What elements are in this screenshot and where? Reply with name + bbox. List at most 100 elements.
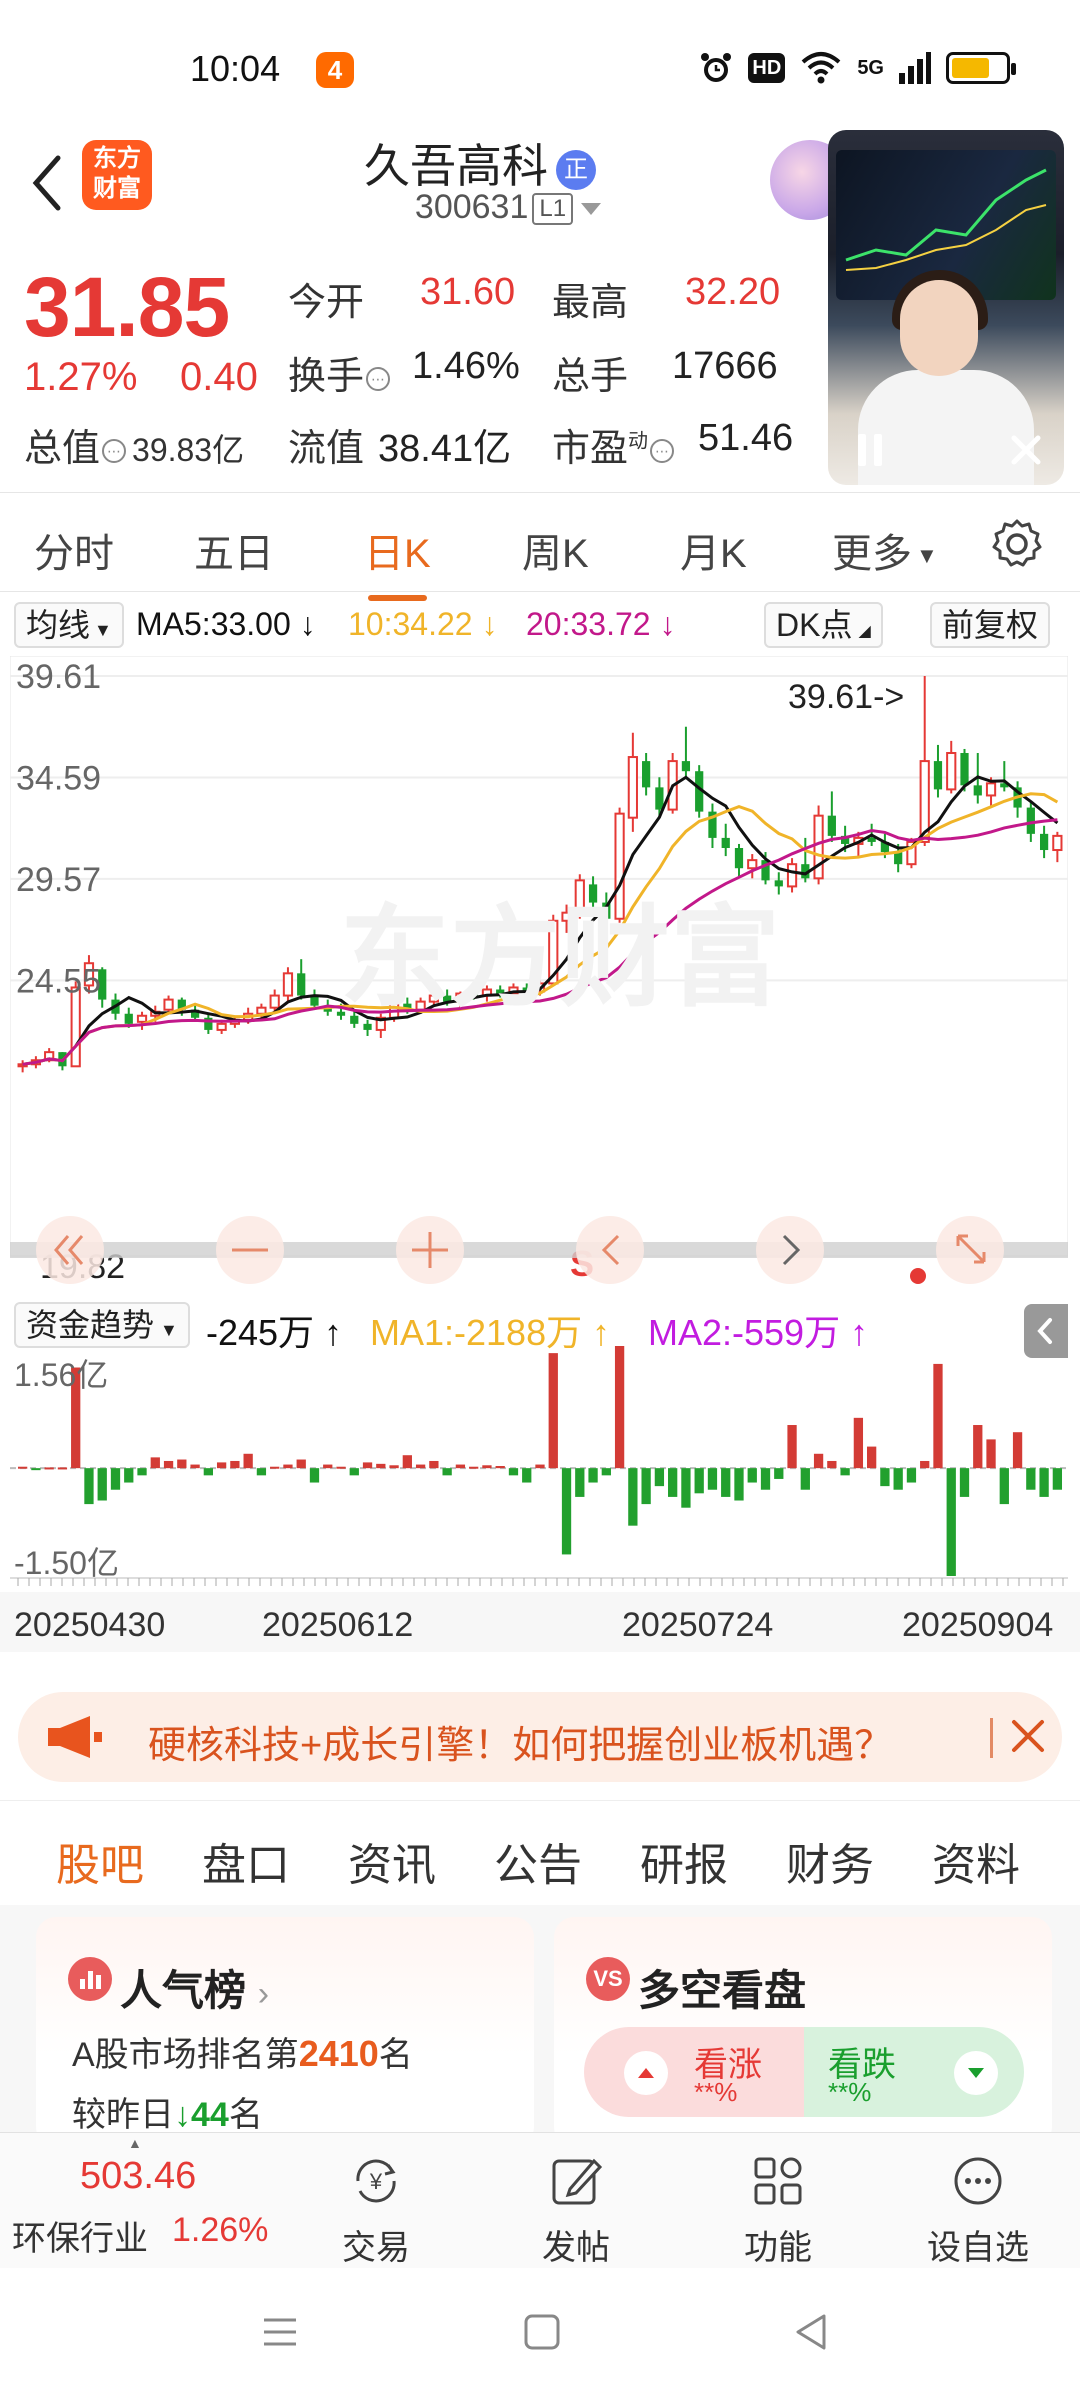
tab-announcements[interactable]: 公告 — [494, 1829, 582, 1893]
candle — [734, 843, 744, 877]
bullish-vote-button[interactable]: 看涨 **% — [584, 2027, 804, 2117]
pe-value: 51.46 — [698, 417, 794, 459]
fund-flow-chart[interactable]: 1.56亿 -1.50亿 — [10, 1346, 1068, 1586]
tab-financials[interactable]: 财务 — [786, 1829, 874, 1893]
tab-monthly-k[interactable]: 月K — [680, 521, 747, 579]
high-value: 32.20 — [685, 271, 781, 313]
fund-bar — [548, 1353, 558, 1469]
stock-code: 300631 — [414, 188, 529, 226]
fund-bar — [893, 1468, 903, 1490]
fund-bar — [190, 1464, 200, 1469]
fund-bar — [230, 1460, 240, 1469]
tab-five-day[interactable]: 五日 — [194, 521, 274, 579]
fund-bar — [469, 1466, 479, 1469]
tab-profile[interactable]: 资料 — [932, 1829, 1020, 1893]
nav-functions[interactable]: 功能 — [708, 2151, 848, 2269]
sector-index[interactable]: ▲ 503.46 环保行业 1.26% — [0, 2133, 290, 2269]
candle-body — [163, 998, 174, 1011]
sector-index-name: 环保行业 — [12, 2220, 148, 2258]
info-icon[interactable]: ⋯ — [102, 438, 127, 463]
info-icon[interactable]: ⋯ — [366, 366, 391, 391]
popularity-card[interactable]: 人气榜 › A股市场排名第2410名 较昨日↓44名 — [36, 1917, 534, 2147]
prev-icon[interactable] — [576, 1216, 644, 1284]
nav-post[interactable]: 发帖 — [506, 2151, 646, 2269]
max-price-label: 39.61-> — [788, 678, 904, 716]
video-person-face — [900, 280, 978, 376]
candle — [282, 967, 294, 1002]
fund-bar — [323, 1464, 333, 1469]
nav-add-watchlist[interactable]: 设自选 — [908, 2151, 1048, 2269]
tab-intraday[interactable]: 分时 — [34, 521, 114, 579]
adjust-button[interactable]: 前复权 — [930, 602, 1051, 648]
fund-bar — [707, 1468, 718, 1490]
total-value: 总值 ⋯ 39.83亿 — [24, 417, 244, 472]
candle-body — [933, 761, 943, 790]
popularity-chart-icon — [68, 1957, 112, 2001]
pause-icon[interactable] — [852, 430, 888, 470]
candle-body — [734, 848, 744, 869]
back-icon[interactable] — [790, 2310, 834, 2354]
pe-superscript: 动 — [628, 430, 649, 453]
candle-body — [1026, 807, 1035, 834]
dk-point-button[interactable]: DK点 ◢ — [764, 602, 883, 648]
menu-icon[interactable] — [258, 2310, 302, 2354]
level-badge: L1 — [532, 193, 574, 226]
tab-news[interactable]: 资讯 — [348, 1829, 436, 1893]
candle-body — [363, 1023, 372, 1030]
scroll-track — [10, 1242, 1068, 1258]
edit-icon — [552, 2158, 603, 2205]
change-percent: 1.27% — [24, 355, 138, 399]
fund-bar — [840, 1468, 850, 1476]
bearish-vote-button[interactable]: 看跌 **% — [804, 2027, 1024, 2117]
fund-axis-label: 1.56亿 — [14, 1357, 108, 1393]
nav-post-label: 发帖 — [542, 2229, 610, 2267]
candle — [1013, 781, 1022, 818]
triangle-down-icon — [954, 2051, 998, 2095]
price-axis-label: 39.61 — [16, 658, 101, 696]
promo-banner[interactable]: 硬核科技+成长引擎！如何把握创业板机遇？ — [18, 1692, 1062, 1782]
arrow-down-icon: ↓ — [659, 606, 676, 642]
candle-body — [282, 972, 294, 997]
signal-icon — [899, 52, 931, 84]
fund-bar — [760, 1468, 771, 1490]
candle — [801, 837, 810, 883]
tab-forum[interactable]: 股吧 — [56, 1829, 144, 1915]
candle-body — [747, 859, 758, 870]
tab-market-depth[interactable]: 盘口 — [202, 1829, 290, 1893]
candle-body — [297, 973, 306, 996]
bullish-value: **% — [694, 2077, 738, 2107]
fund-bar — [17, 1466, 28, 1469]
candle — [204, 1013, 213, 1034]
bottom-navigation: ▲ 503.46 环保行业 1.26% ¥ 交易 发帖 功能 设自选 — [0, 2132, 1080, 2268]
nav-trade[interactable]: ¥ 交易 — [306, 2151, 446, 2269]
ma5-value: MA5:33.00 ↓ — [136, 606, 316, 643]
fund-flow-select[interactable]: 资金趋势 ▼ — [14, 1302, 190, 1348]
fund-bar — [203, 1468, 213, 1476]
fund-bar — [270, 1466, 280, 1469]
candlestick-chart[interactable]: 东方财富 39.6134.5929.5724.5539.61->19.82S — [10, 656, 1068, 1296]
tab-daily-k[interactable]: 日K — [364, 521, 431, 601]
alert-dot — [910, 1268, 926, 1284]
rank-change-prefix: 较昨日 — [72, 2096, 174, 2134]
fund-bar — [973, 1425, 983, 1469]
next-icon[interactable] — [756, 1216, 824, 1284]
candle-body — [786, 863, 798, 888]
info-icon[interactable]: ⋯ — [650, 438, 675, 463]
sector-index-value: 503.46 — [80, 2155, 197, 2197]
tab-weekly-k[interactable]: 周K — [522, 521, 589, 579]
gear-icon[interactable] — [990, 517, 1044, 571]
home-icon[interactable] — [520, 2310, 564, 2354]
price-axis-label: 29.57 — [16, 861, 101, 899]
candle-body — [627, 756, 638, 819]
live-video-overlay[interactable] — [828, 130, 1064, 485]
candle — [1000, 761, 1009, 792]
nav-add-watchlist-label: 设自选 — [927, 2229, 1029, 2267]
fund-bar — [654, 1468, 665, 1487]
close-icon[interactable] — [1008, 1716, 1048, 1756]
tab-research[interactable]: 研报 — [640, 1829, 728, 1893]
close-icon[interactable] — [1008, 432, 1044, 468]
fund-bar — [296, 1459, 306, 1469]
ma-select[interactable]: 均线 ▼ — [14, 602, 124, 648]
popularity-title-text: 人气榜 — [120, 1967, 247, 2014]
tab-more[interactable]: 更多 ▼ — [832, 521, 938, 579]
